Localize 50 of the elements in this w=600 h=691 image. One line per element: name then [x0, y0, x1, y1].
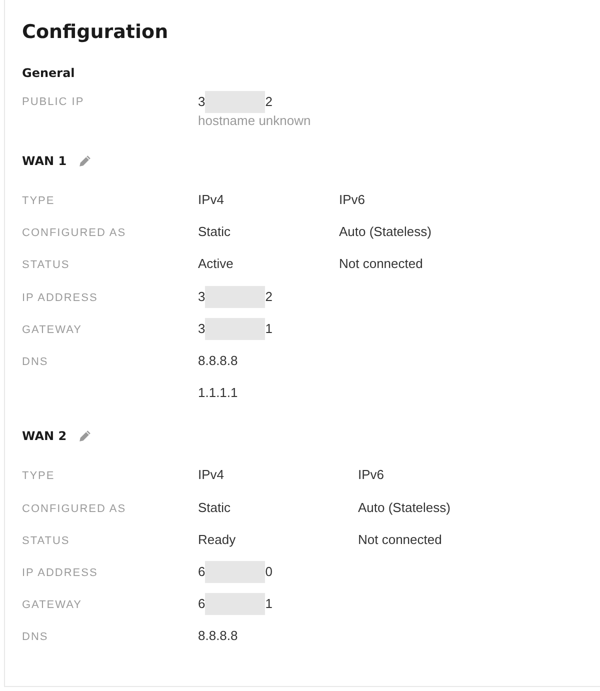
value-fragment: 1	[265, 595, 272, 614]
redaction-block	[205, 560, 266, 583]
field-value: Static	[198, 224, 231, 240]
field-value: IPv4	[198, 467, 224, 482]
page-title: Configuration	[22, 20, 168, 44]
section-heading: WAN 2	[22, 428, 67, 444]
section-heading: General	[22, 65, 75, 81]
value-fragment: 6	[198, 595, 206, 614]
field-label: STATUS	[22, 259, 70, 272]
field-label: TYPE	[22, 195, 55, 208]
field-value: Not connected	[339, 256, 423, 272]
value-fragment: 6	[198, 563, 206, 582]
value-fragment: 3	[198, 93, 206, 112]
field-label: TYPE	[22, 470, 55, 482]
field-label: GATEWAY	[22, 599, 82, 612]
field-value: Active	[198, 256, 234, 272]
field-label: CONFIGURED AS	[22, 502, 126, 515]
section-heading: WAN 1	[22, 153, 67, 169]
field-value: 1.1.1.1	[198, 385, 238, 400]
field-value: IPv6	[339, 192, 366, 208]
redaction-block	[205, 286, 266, 308]
redaction-block	[205, 593, 266, 616]
field-label: DNS	[22, 631, 48, 644]
field-value: Auto (Stateless)	[339, 224, 432, 240]
value-fragment: 3	[198, 320, 206, 338]
pencil-icon[interactable]	[78, 155, 91, 167]
field-label: DNS	[22, 356, 48, 368]
value-fragment: 2	[265, 288, 272, 306]
pencil-icon[interactable]	[78, 430, 91, 442]
field-label: GATEWAY	[22, 324, 82, 336]
field-value: 8.8.8.8	[198, 628, 238, 644]
value-fragment: 1	[265, 320, 272, 338]
field-value: Not connected	[358, 532, 442, 547]
field-value: Auto (Stateless)	[358, 500, 450, 515]
value-fragment: 2	[265, 93, 272, 112]
field-label: PUBLIC IP	[22, 94, 84, 110]
field-value: Ready	[198, 532, 236, 547]
field-label: IP ADDRESS	[22, 566, 98, 579]
field-label: CONFIGURED AS	[22, 227, 126, 240]
redaction-block	[205, 318, 266, 340]
field-value: IPv6	[358, 467, 384, 482]
value-fragment: 0	[265, 563, 272, 582]
field-label: IP ADDRESS	[22, 292, 98, 304]
value-fragment: 3	[198, 288, 206, 306]
redaction-block	[205, 91, 266, 113]
field-value: Static	[198, 500, 231, 515]
hostname-note: hostname unknown	[198, 112, 311, 130]
field-value: 8.8.8.8	[198, 353, 238, 368]
field-value: IPv4	[198, 192, 224, 208]
field-label: STATUS	[22, 534, 70, 547]
